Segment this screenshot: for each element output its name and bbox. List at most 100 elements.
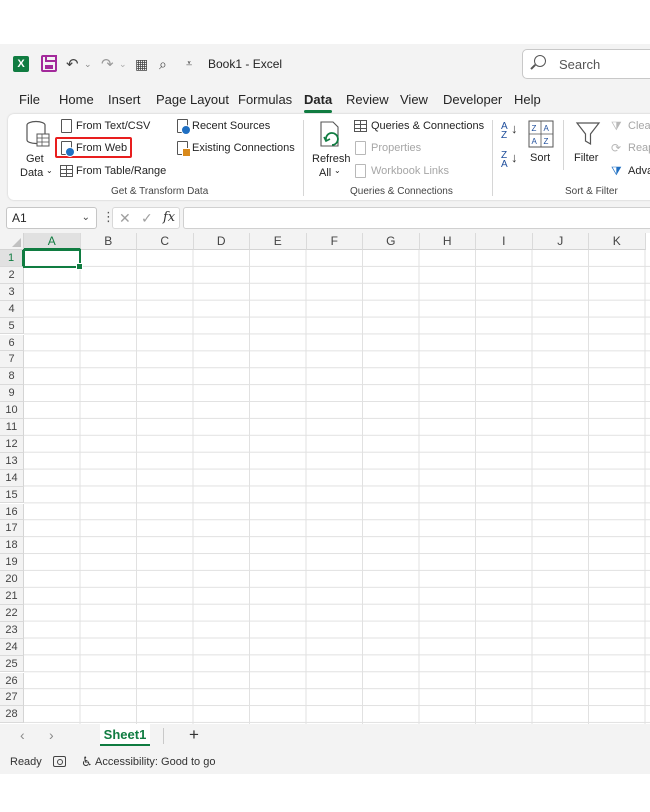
excel-logo-icon: X [13,56,29,72]
row-header-4[interactable]: 4 [0,300,24,318]
tab-insert[interactable]: Insert [108,92,141,107]
column-header-c[interactable]: C [137,233,194,250]
cancel-icon[interactable]: ✕ [119,210,131,227]
from-web-button[interactable]: From Web [60,141,132,157]
enter-checkmark-icon[interactable]: ✓ [141,210,153,227]
row-header-24[interactable]: 24 [0,638,24,656]
document-title: Book1 - Excel [208,57,283,71]
get-data-button[interactable]: Get Data ⌄ [14,118,58,180]
row-header-9[interactable]: 9 [0,385,24,403]
row-header-6[interactable]: 6 [0,334,24,352]
redo-icon[interactable]: ↷ [101,54,114,74]
refresh-all-button[interactable]: Refresh All ⌄ [308,118,352,180]
tab-page-layout[interactable]: Page Layout [156,92,229,107]
from-text-csv-button[interactable]: From Text/CSV [60,119,160,135]
insert-function-icon[interactable]: fx [163,210,175,225]
previous-sheet-icon[interactable]: ‹ [20,727,25,743]
sort-a-to-z-icon[interactable]: A Z ↓ [501,122,519,142]
get-data-label-1: Get [26,153,44,165]
save-icon[interactable] [41,55,57,72]
tab-help[interactable]: Help [514,92,541,107]
row-header-10[interactable]: 10 [0,402,24,419]
active-cell[interactable] [23,249,83,270]
chevron-down-icon: ⌄ [46,166,53,175]
row-header-12[interactable]: 12 [0,435,24,453]
database-icon [26,120,50,147]
tab-developer[interactable]: Developer [443,92,502,107]
sort-button[interactable]: Z A A Z Sort [526,118,556,164]
column-header-h[interactable]: H [419,233,476,250]
cell-area[interactable] [24,250,650,724]
row-header-18[interactable]: 18 [0,537,24,555]
sheet-tab-bar: ‹ › Sheet1 + [0,724,650,748]
row-header-11[interactable]: 11 [0,419,24,436]
existing-connections-button[interactable]: Existing Connections [176,141,301,157]
spelling-check-icon[interactable]: ⌕ [159,54,167,74]
accessibility-status[interactable]: Accessibility: Good to go [95,756,215,768]
tab-home[interactable]: Home [59,92,94,107]
row-header-7[interactable]: 7 [0,351,24,369]
redo-dropdown-icon[interactable]: ⌄ [119,54,127,74]
row-header-15[interactable]: 15 [0,486,24,504]
row-header-22[interactable]: 22 [0,604,24,622]
undo-dropdown-icon[interactable]: ⌄ [84,54,92,74]
tab-formulas[interactable]: Formulas [238,92,292,107]
customize-qat-icon[interactable]: ⩡ [186,54,192,74]
column-header-i[interactable]: I [476,233,533,250]
sheet-tab-sheet1[interactable]: Sheet1 [100,724,150,746]
formula-input[interactable] [183,207,650,229]
row-header-23[interactable]: 23 [0,621,24,639]
accessibility-icon[interactable]: ♿ [81,754,93,770]
name-box[interactable]: A1 ⌄ [6,207,97,229]
refresh-label-2: All [319,167,332,179]
row-header-27[interactable]: 27 [0,689,24,707]
row-header-1[interactable]: 1 [0,250,24,267]
select-all-button[interactable] [0,233,24,250]
row-header-25[interactable]: 25 [0,655,24,673]
advanced-label: Adva [628,165,650,177]
workbook-links-button[interactable]: Workbook Links [354,164,454,180]
queries-connections-button[interactable]: Queries & Connections [354,119,489,135]
properties-button[interactable]: Properties [354,141,444,157]
macro-recorder-icon[interactable] [53,756,66,767]
from-table-range-button[interactable]: From Table/Range [60,164,170,180]
column-header-d[interactable]: D [193,233,250,250]
clear-filter-button[interactable]: ⧩ Clea [610,119,650,135]
tab-data[interactable]: Data [304,92,333,113]
search-box[interactable]: Search [522,49,650,79]
sort-z-to-a-icon[interactable]: Z A ↓ [501,151,519,171]
column-header-j[interactable]: J [532,233,589,250]
column-header-k[interactable]: K [589,233,646,250]
add-sheet-icon[interactable]: + [189,725,199,745]
column-header-e[interactable]: E [250,233,307,250]
tab-view[interactable]: View [400,92,428,107]
row-header-3[interactable]: 3 [0,283,24,301]
row-header-8[interactable]: 8 [0,368,24,386]
row-header-5[interactable]: 5 [0,317,24,335]
row-header-28[interactable]: 28 [0,706,24,724]
advanced-filter-button[interactable]: ⧩ Adva [610,164,650,180]
row-header-20[interactable]: 20 [0,571,24,588]
column-header-a[interactable]: A [24,233,81,250]
row-header-19[interactable]: 19 [0,554,24,572]
worksheet-grid[interactable]: ABCDEFGHIJK 1 2 3 4 5 6 7 8 9 10 11 12 13 14 15 16 17 18 1… [0,233,650,724]
refresh-label-1: Refresh [312,153,351,165]
reapply-button[interactable]: ⟳ Reap [610,141,650,157]
row-header-17[interactable]: 17 [0,520,24,538]
next-sheet-icon[interactable]: › [49,727,54,743]
row-header-21[interactable]: 21 [0,588,24,605]
recent-sources-button[interactable]: Recent Sources [176,119,276,135]
tab-review[interactable]: Review [346,92,389,107]
tab-file[interactable]: File [19,92,40,107]
row-header-13[interactable]: 13 [0,452,24,470]
form-icon[interactable]: ▦ [135,54,148,74]
undo-icon[interactable]: ↶ [66,54,79,74]
column-header-b[interactable]: B [80,233,137,250]
row-header-2[interactable]: 2 [0,266,24,284]
row-header-14[interactable]: 14 [0,469,24,487]
row-header-16[interactable]: 16 [0,503,24,521]
row-header-26[interactable]: 26 [0,672,24,690]
column-header-g[interactable]: G [363,233,420,250]
column-header-f[interactable]: F [306,233,363,250]
filter-button[interactable]: Filter [570,118,606,164]
